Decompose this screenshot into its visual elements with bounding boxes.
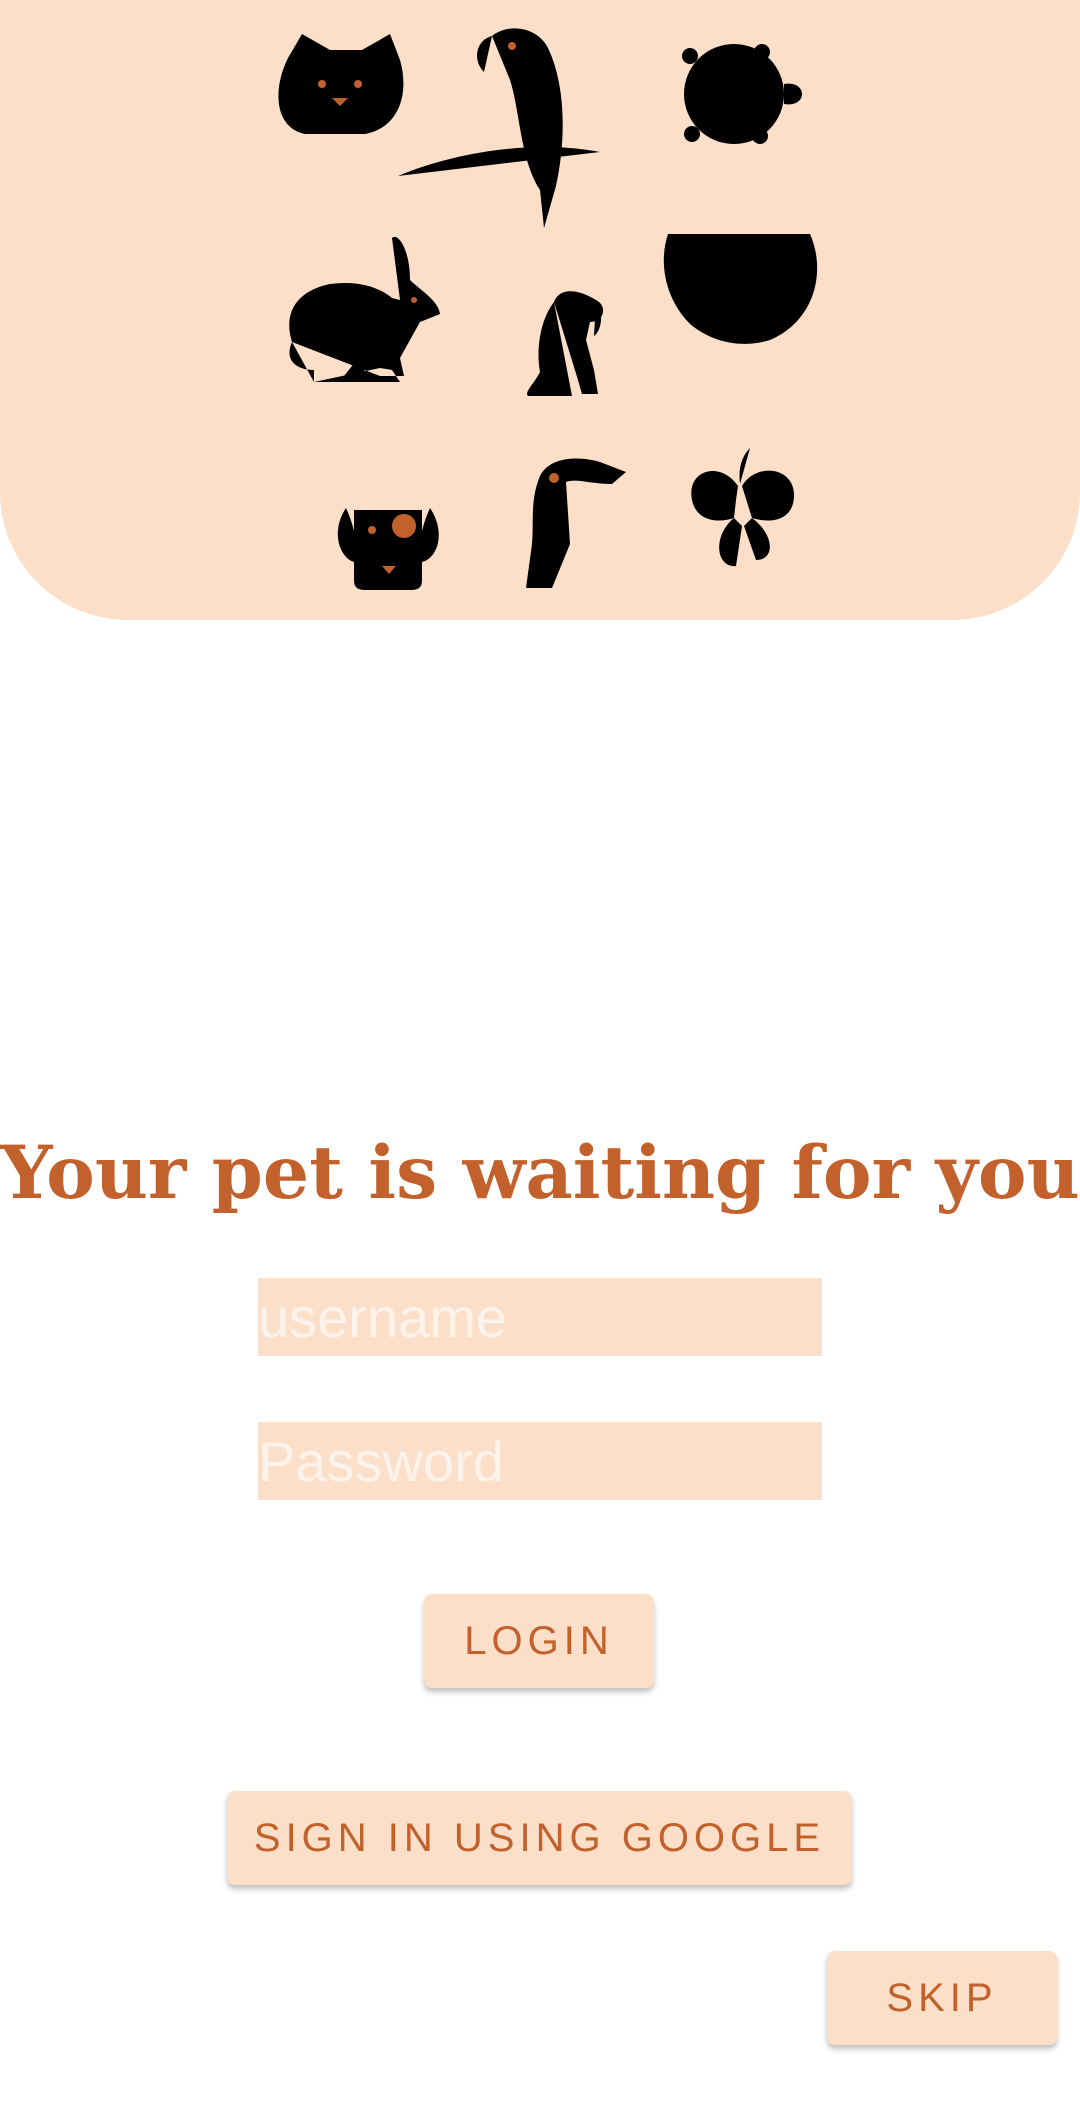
google-sign-in-button[interactable]: SIGN IN USING GOOGLE: [227, 1791, 852, 1885]
butterfly-icon: [691, 448, 795, 567]
fishbowl-icon: [663, 234, 818, 344]
header-banner: [0, 0, 1080, 620]
parrot-icon: [398, 28, 600, 229]
skip-button[interactable]: SKIP: [827, 1951, 1057, 2045]
cat-icon: [266, 34, 412, 134]
toucan-icon: [526, 458, 626, 588]
password-field[interactable]: [258, 1422, 822, 1500]
login-button[interactable]: LOGIN: [424, 1594, 654, 1688]
dog-face-icon: [337, 508, 439, 590]
puppy-icon: [527, 262, 626, 396]
username-field[interactable]: [258, 1278, 822, 1356]
pet-illustration: [266, 28, 818, 590]
turtle-icon: [682, 44, 802, 144]
page-title: Your pet is waiting for you: [0, 1130, 1080, 1216]
rabbit-icon: [289, 236, 440, 382]
